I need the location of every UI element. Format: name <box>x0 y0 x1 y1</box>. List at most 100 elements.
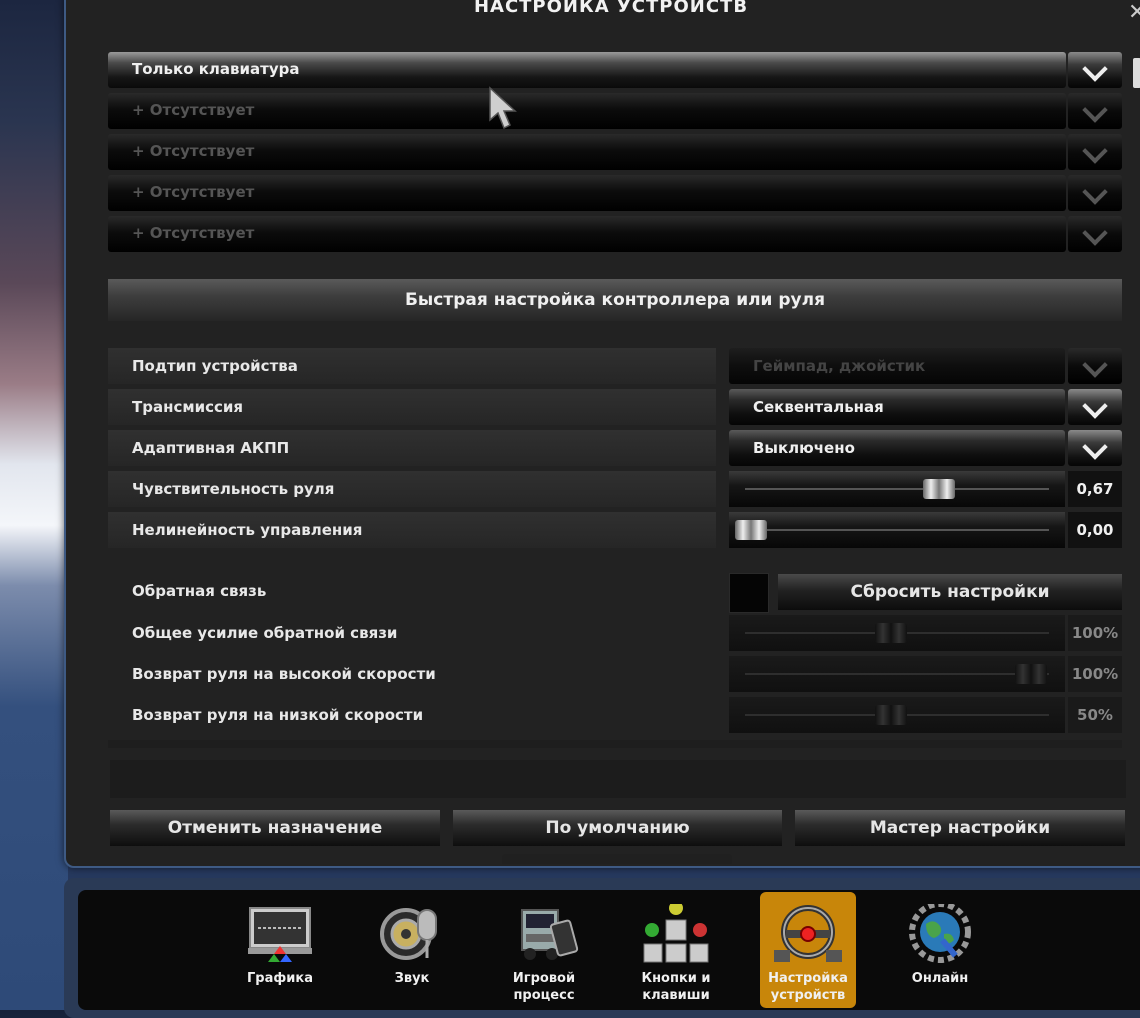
device-subtype-value: Геймпад, джойстик <box>753 357 926 375</box>
return-low-speed-label: Возврат руля на низкой скорости <box>132 706 424 724</box>
slider-thumb[interactable] <box>875 623 907 643</box>
background-left <box>0 0 68 1010</box>
feedback-row: Обратная связь <box>108 573 716 609</box>
device-slot-4-dropdown[interactable] <box>1068 175 1122 211</box>
scrollbar[interactable] <box>1133 58 1140 88</box>
truck-icon <box>521 909 579 960</box>
device-slot-label: Только клавиатура <box>132 60 300 78</box>
slider-thumb[interactable] <box>875 705 907 725</box>
steering-sensitivity-row: Чувствительность руля <box>108 471 716 507</box>
device-slot-label: + Отсутствует <box>132 101 255 119</box>
menu-item-devices[interactable]: Настройка устройств <box>760 892 856 1008</box>
device-slot-label: + Отсутствует <box>132 183 255 201</box>
return-high-speed-slider[interactable] <box>729 656 1065 692</box>
device-subtype-select[interactable]: Геймпад, джойстик <box>729 348 1065 384</box>
defaults-button[interactable]: По умолчанию <box>453 810 782 846</box>
steering-nonlinearity-value: 0,00 <box>1068 512 1122 548</box>
device-slot-label: + Отсутствует <box>132 224 255 242</box>
feedback-checkbox[interactable] <box>729 573 769 613</box>
device-slot-5-dropdown[interactable] <box>1068 216 1122 252</box>
device-slot-5[interactable]: + Отсутствует <box>108 216 1066 252</box>
steering-nonlinearity-slider[interactable] <box>729 512 1065 548</box>
device-slot-1-dropdown[interactable] <box>1068 52 1122 88</box>
return-high-speed-value: 100% <box>1068 656 1122 692</box>
device-slot-2[interactable]: + Отсутствует <box>108 93 1066 129</box>
chevron-down-icon <box>1082 352 1108 378</box>
menu-label: Звук <box>394 971 430 986</box>
transmission-select[interactable]: Секвентальная <box>729 389 1065 425</box>
feedback-label: Обратная связь <box>132 582 267 600</box>
description-area <box>110 760 1126 798</box>
speaker-microphone-icon <box>380 908 437 960</box>
adaptive-auto-row: Адаптивная АКПП <box>108 430 716 466</box>
feedback-overall-row: Общее усилие обратной связи <box>108 615 716 651</box>
feedback-overall-label: Общее усилие обратной связи <box>132 624 398 642</box>
chevron-down-icon <box>1082 97 1108 123</box>
steering-sensitivity-slider[interactable] <box>729 471 1065 507</box>
wizard-button[interactable]: Мастер настройки <box>795 810 1125 846</box>
menu-label: Настройка устройств <box>768 971 848 1003</box>
device-subtype-row: Подтип устройства <box>108 348 716 384</box>
device-subtype-dropdown[interactable] <box>1068 348 1122 384</box>
device-slot-3-dropdown[interactable] <box>1068 134 1122 170</box>
feedback-overall-slider[interactable] <box>729 615 1065 651</box>
menu-label: Игровой процесс <box>512 971 576 1003</box>
slider-track <box>745 529 1049 531</box>
transmission-dropdown[interactable] <box>1068 389 1122 425</box>
close-icon[interactable]: ✕ <box>1128 0 1140 25</box>
menu-label: Кнопки и клавиши <box>641 971 711 1003</box>
device-slot-label: + Отсутствует <box>132 142 255 160</box>
menu-item-online[interactable]: Онлайн <box>892 892 988 1008</box>
keys-icon <box>643 904 709 963</box>
reset-settings-button[interactable]: Сбросить настройки <box>778 574 1122 610</box>
chevron-down-icon <box>1082 179 1108 205</box>
scroll-fade <box>108 740 1122 748</box>
panel-tab-nub <box>502 854 732 864</box>
chevron-down-icon <box>1082 434 1108 460</box>
steering-nonlinearity-label: Нелинейность управления <box>132 521 363 539</box>
device-slot-2-dropdown[interactable] <box>1068 93 1122 129</box>
transmission-value: Секвентальная <box>753 398 884 416</box>
steering-wheel-icon <box>774 905 842 962</box>
slider-track <box>745 673 1049 675</box>
slider-thumb[interactable] <box>1015 664 1047 684</box>
adaptive-auto-dropdown[interactable] <box>1068 430 1122 466</box>
menu-item-sound[interactable]: Звук <box>364 892 460 1008</box>
return-low-speed-row: Возврат руля на низкой скорости <box>108 697 716 733</box>
chevron-down-icon <box>1082 138 1108 164</box>
return-high-speed-label: Возврат руля на высокой скорости <box>132 665 436 683</box>
adaptive-auto-select[interactable]: Выключено <box>729 430 1065 466</box>
menu-item-graphics[interactable]: Графика <box>232 892 328 1008</box>
mouse-cursor-icon <box>489 86 517 130</box>
menu-label: Графика <box>247 971 313 986</box>
menu-label: Онлайн <box>911 971 969 986</box>
device-subtype-label: Подтип устройства <box>132 357 298 375</box>
transmission-row: Трансмиссия <box>108 389 716 425</box>
return-low-speed-slider[interactable] <box>729 697 1065 733</box>
transmission-label: Трансмиссия <box>132 398 244 416</box>
device-slot-4[interactable]: + Отсутствует <box>108 175 1066 211</box>
return-low-speed-value: 50% <box>1068 697 1122 733</box>
chevron-down-icon <box>1082 393 1108 419</box>
monitor-icon <box>248 907 312 962</box>
return-high-speed-row: Возврат руля на высокой скорости <box>108 656 716 692</box>
steering-sensitivity-label: Чувствительность руля <box>132 480 335 498</box>
steering-sensitivity-value: 0,67 <box>1068 471 1122 507</box>
device-slot-3[interactable]: + Отсутствует <box>108 134 1066 170</box>
quick-setup-header: Быстрая настройка контроллера или руля <box>108 279 1122 321</box>
slider-thumb[interactable] <box>735 520 767 540</box>
adaptive-auto-label: Адаптивная АКПП <box>132 439 290 457</box>
unassign-button[interactable]: Отменить назначение <box>110 810 440 846</box>
device-slot-1[interactable]: Только клавиатура <box>108 52 1066 88</box>
slider-track <box>745 488 1049 490</box>
menu-item-gameplay[interactable]: Игровой процесс <box>496 892 592 1008</box>
chevron-down-icon <box>1082 56 1108 82</box>
slider-thumb[interactable] <box>922 479 955 499</box>
globe-gear-icon <box>909 904 971 963</box>
steering-nonlinearity-row: Нелинейность управления <box>108 512 716 548</box>
adaptive-auto-value: Выключено <box>753 439 855 457</box>
menu-item-keys[interactable]: Кнопки и клавиши <box>628 892 724 1008</box>
page-title: НАСТРОЙКА УСТРОЙСТВ <box>473 0 749 17</box>
feedback-overall-value: 100% <box>1068 615 1122 651</box>
chevron-down-icon <box>1082 220 1108 246</box>
